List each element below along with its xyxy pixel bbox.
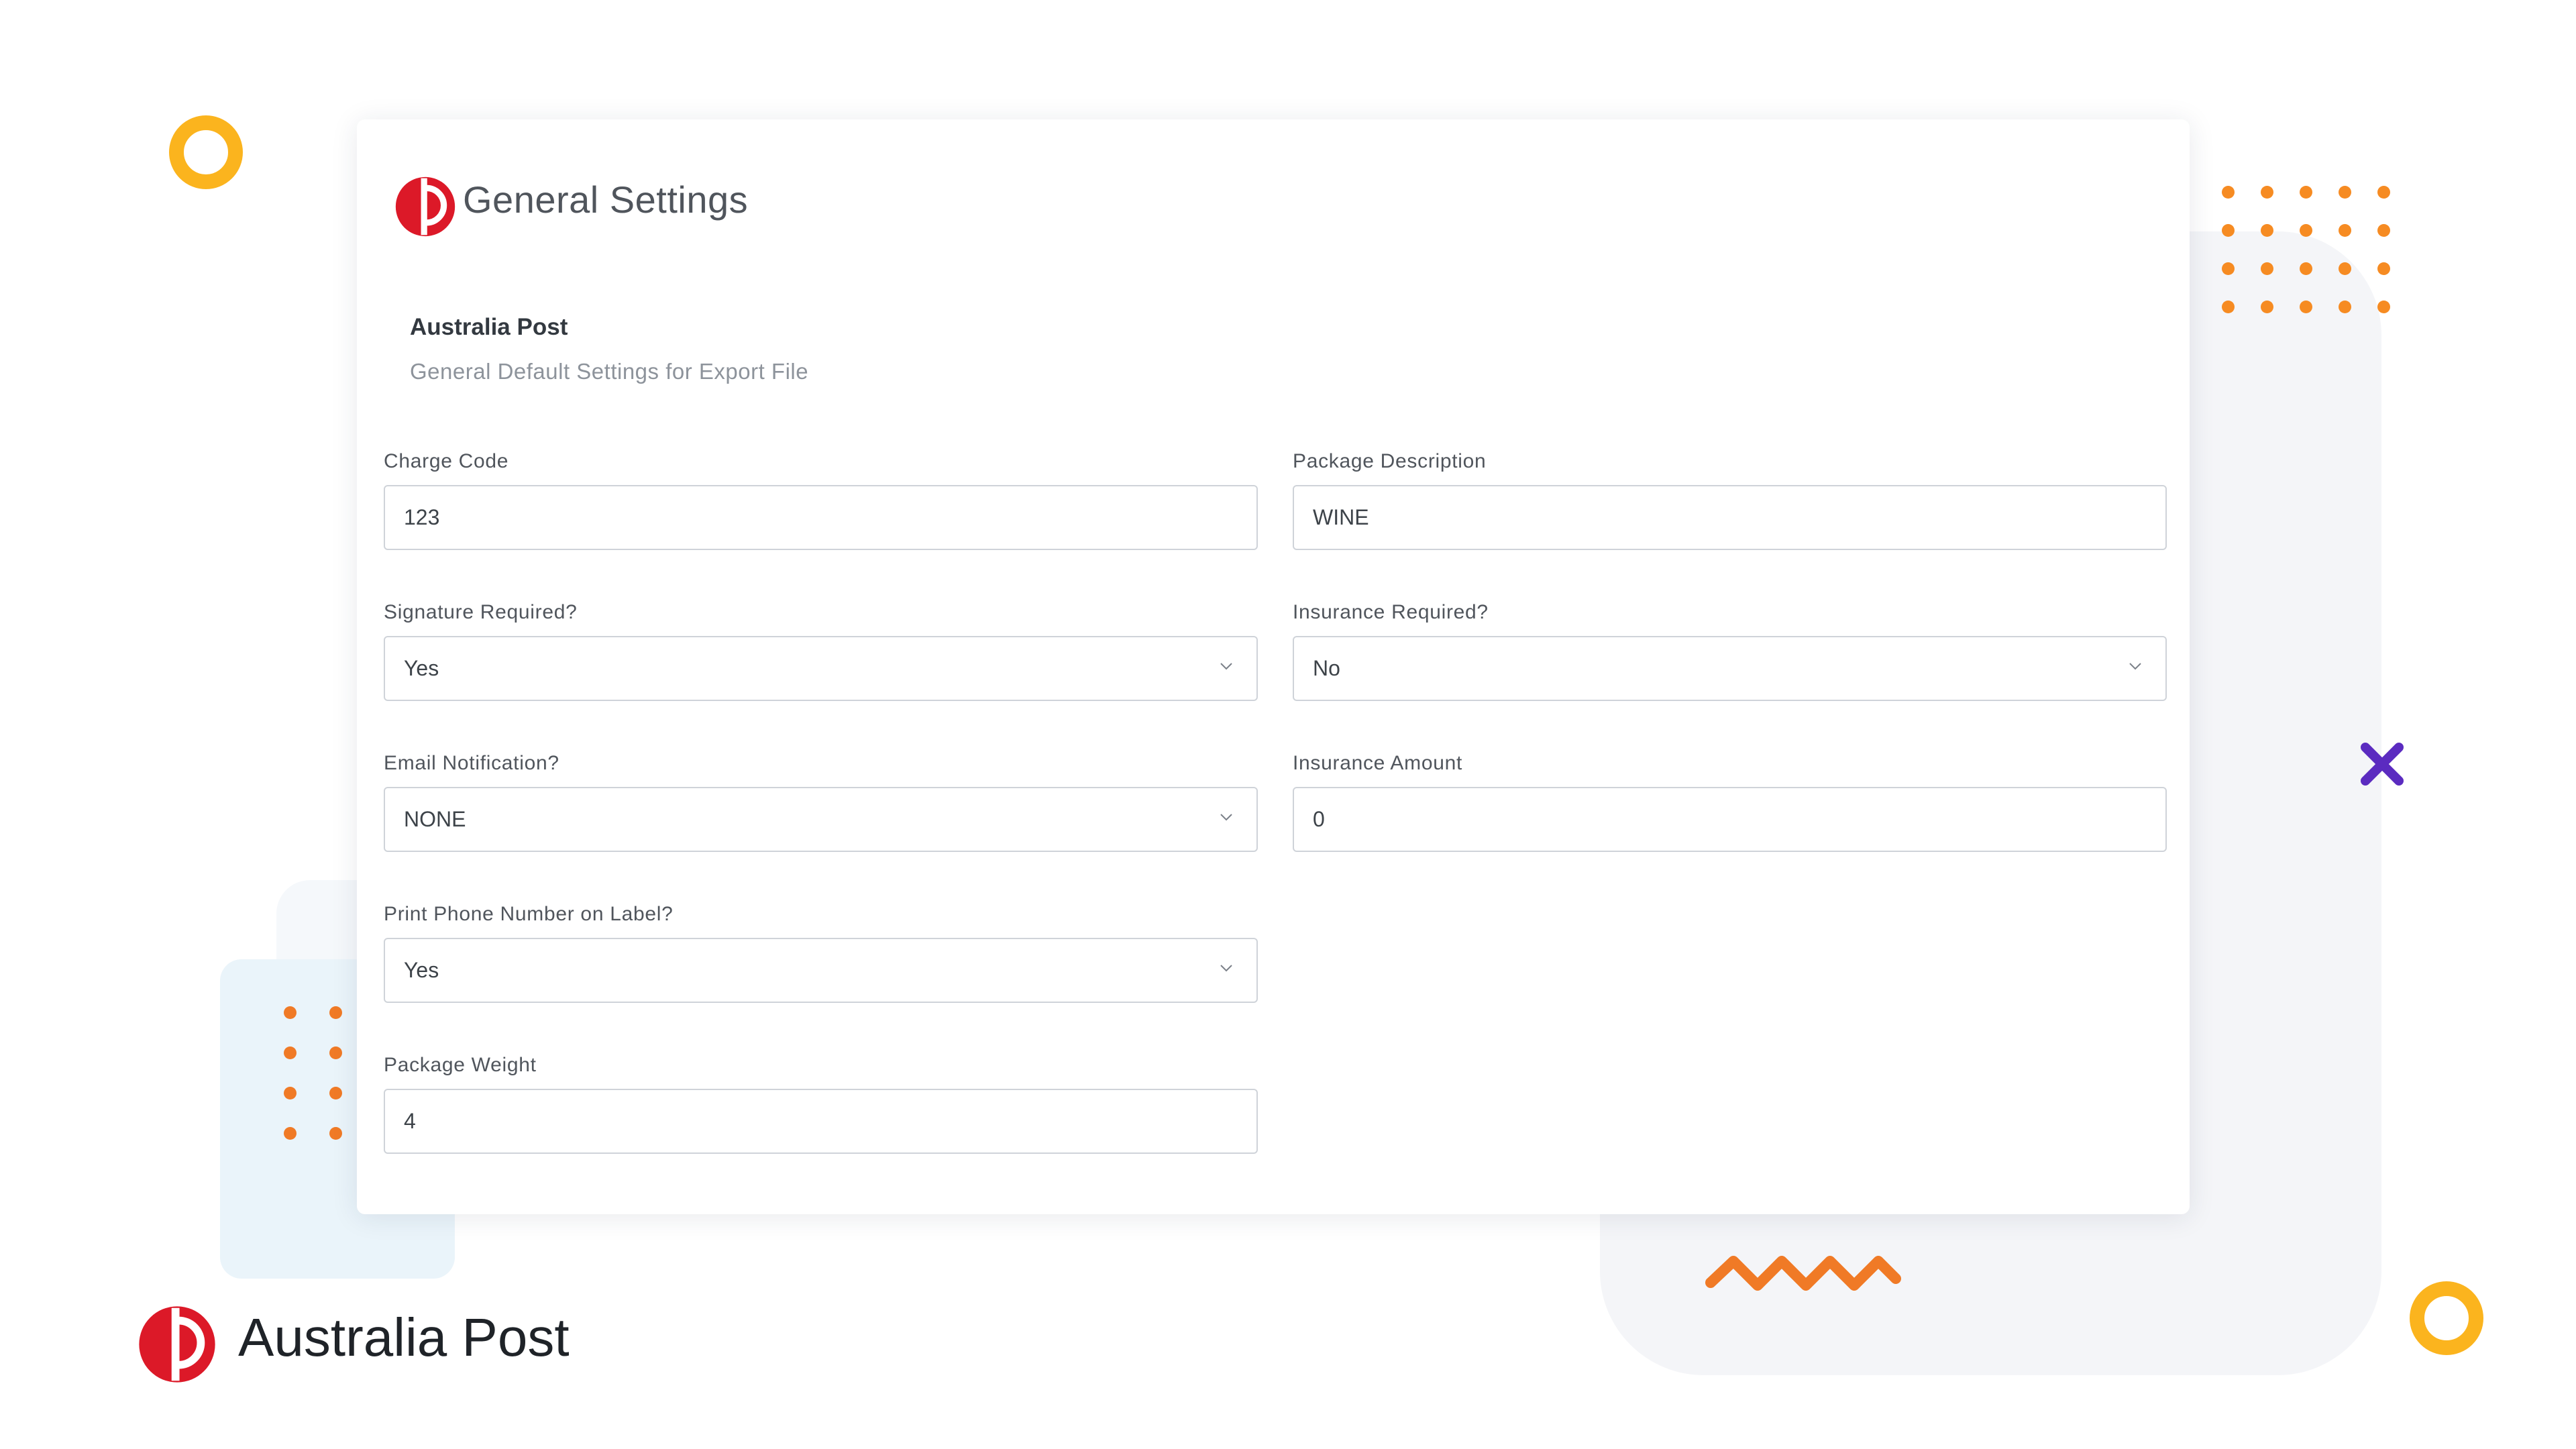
signature-required-select[interactable]: Yes — [384, 636, 1258, 701]
email-notification-select[interactable]: NONE — [384, 787, 1258, 852]
chevron-down-icon — [1220, 814, 1232, 821]
insurance-required-label: Insurance Required? — [1293, 601, 1489, 623]
decorative-ring-bottom-right — [2410, 1281, 2483, 1355]
signature-required-label: Signature Required? — [384, 601, 578, 623]
insurance-amount-value: 0 — [1313, 807, 1325, 831]
insurance-required-value: No — [1313, 656, 1340, 680]
print-phone-number-value: Yes — [404, 958, 439, 982]
insurance-amount-label: Insurance Amount — [1293, 752, 1463, 774]
package-weight-value: 4 — [404, 1109, 416, 1133]
brand-name: Australia Post — [238, 1307, 570, 1367]
package-description-input[interactable]: WINE — [1293, 485, 2167, 550]
chevron-down-icon — [1220, 663, 1232, 670]
decorative-dot-grid-top-right — [2222, 186, 2396, 320]
charge-code-input[interactable]: 123 — [384, 485, 1258, 550]
decorative-ring-top-left — [169, 115, 243, 189]
australia-post-logo-icon — [139, 1306, 215, 1383]
australia-post-logo-icon — [395, 176, 455, 237]
package-description-label: Package Description — [1293, 450, 1487, 472]
decorative-cross-icon — [2361, 743, 2404, 786]
decorative-dot-grid-left — [284, 1006, 351, 1154]
chevron-down-icon — [2129, 663, 2141, 670]
package-weight-label: Package Weight — [384, 1054, 537, 1076]
insurance-required-select[interactable]: No — [1293, 636, 2167, 701]
signature-required-value: Yes — [404, 656, 439, 680]
decorative-zigzag-icon — [1705, 1256, 1901, 1291]
charge-code-value: 123 — [404, 505, 440, 529]
package-weight-input[interactable]: 4 — [384, 1089, 1258, 1154]
email-notification-label: Email Notification? — [384, 752, 559, 774]
page-title: General Settings — [463, 178, 749, 221]
charge-code-label: Charge Code — [384, 450, 509, 472]
general-settings-card: General Settings Australia Post General … — [357, 119, 2190, 1214]
package-description-value: WINE — [1313, 505, 1369, 529]
email-notification-value: NONE — [404, 807, 466, 831]
chevron-down-icon — [1220, 965, 1232, 972]
print-phone-number-label: Print Phone Number on Label? — [384, 903, 674, 925]
insurance-amount-input[interactable]: 0 — [1293, 787, 2167, 852]
print-phone-number-select[interactable]: Yes — [384, 938, 1258, 1003]
section-heading: Australia Post — [410, 314, 568, 340]
section-subheading: General Default Settings for Export File — [410, 359, 809, 384]
